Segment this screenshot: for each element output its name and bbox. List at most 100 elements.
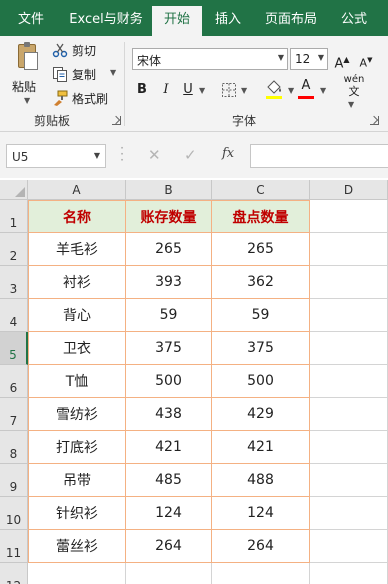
- table-cell[interactable]: 124: [126, 497, 212, 530]
- table-cell[interactable]: 59: [126, 299, 212, 332]
- clipboard-launcher-icon[interactable]: [112, 116, 121, 125]
- font-size-select[interactable]: 12 ▼: [290, 48, 328, 70]
- column-header-a[interactable]: A: [28, 180, 126, 200]
- cell[interactable]: [310, 233, 388, 266]
- column-header-d[interactable]: D: [310, 180, 388, 200]
- cut-button[interactable]: 剪切: [52, 40, 102, 60]
- shrink-font-button[interactable]: A▼: [358, 50, 374, 70]
- chevron-down-icon[interactable]: ▼: [199, 86, 205, 95]
- font-name-select[interactable]: 宋体 ▼: [132, 48, 288, 70]
- insert-function-button[interactable]: fx: [222, 146, 234, 161]
- table-cell[interactable]: 375: [212, 332, 310, 365]
- row-header-1[interactable]: 1: [0, 200, 28, 233]
- row-header-6[interactable]: 6: [0, 365, 28, 398]
- table-cell[interactable]: 500: [126, 365, 212, 398]
- row-header-5[interactable]: 5: [0, 332, 28, 365]
- cell[interactable]: [310, 530, 388, 563]
- format-painter-button[interactable]: 格式刷: [52, 88, 114, 108]
- cell[interactable]: [212, 563, 310, 584]
- row-header-7[interactable]: 7: [0, 398, 28, 431]
- cell[interactable]: [310, 332, 388, 365]
- tab-formulas[interactable]: 公式: [336, 0, 372, 36]
- tab-page-layout[interactable]: 页面布局: [262, 0, 320, 36]
- table-cell[interactable]: 488: [212, 464, 310, 497]
- borders-button[interactable]: [220, 80, 238, 100]
- table-cell[interactable]: 429: [212, 398, 310, 431]
- chevron-down-icon[interactable]: ▼: [288, 86, 294, 95]
- row-header-3[interactable]: 3: [0, 266, 28, 299]
- row-header-4[interactable]: 4: [0, 299, 28, 332]
- font-launcher-icon[interactable]: [370, 116, 379, 125]
- column-header-c[interactable]: C: [212, 180, 310, 200]
- font-color-button[interactable]: A: [298, 76, 314, 99]
- table-cell[interactable]: 卫衣: [28, 332, 126, 365]
- underline-button[interactable]: U: [180, 80, 196, 100]
- table-cell[interactable]: 羊毛衫: [28, 233, 126, 266]
- row-header-10[interactable]: 10: [0, 497, 28, 530]
- cancel-icon[interactable]: ✕: [148, 146, 161, 164]
- cell[interactable]: [310, 299, 388, 332]
- table-cell[interactable]: 393: [126, 266, 212, 299]
- chevron-down-icon[interactable]: ▼: [320, 86, 326, 95]
- table-cell[interactable]: 打底衫: [28, 431, 126, 464]
- grow-font-button[interactable]: A▲: [334, 50, 350, 71]
- table-cell[interactable]: 265: [212, 233, 310, 266]
- select-all-button[interactable]: [0, 180, 28, 200]
- row-header-9[interactable]: 9: [0, 464, 28, 497]
- enter-icon[interactable]: ✓: [184, 146, 197, 164]
- table-header-cell[interactable]: 名称: [28, 200, 126, 233]
- table-cell[interactable]: T恤: [28, 365, 126, 398]
- phonetic-guide-button[interactable]: wén 文: [340, 74, 368, 98]
- row-header-11[interactable]: 11: [0, 530, 28, 563]
- copy-button[interactable]: 复制 ▼: [52, 64, 116, 84]
- italic-button[interactable]: I: [158, 80, 174, 100]
- row-header-8[interactable]: 8: [0, 431, 28, 464]
- cell[interactable]: [310, 266, 388, 299]
- cell[interactable]: [310, 431, 388, 464]
- bold-button[interactable]: B: [134, 80, 150, 100]
- row-header-2[interactable]: 2: [0, 233, 28, 266]
- tab-home[interactable]: 开始: [152, 6, 202, 36]
- table-cell[interactable]: 375: [126, 332, 212, 365]
- tab-file[interactable]: 文件: [14, 0, 48, 36]
- cell[interactable]: [310, 398, 388, 431]
- cell[interactable]: [310, 497, 388, 530]
- table-cell[interactable]: 124: [212, 497, 310, 530]
- table-cell[interactable]: 438: [126, 398, 212, 431]
- table-cell[interactable]: 500: [212, 365, 310, 398]
- table-cell[interactable]: 针织衫: [28, 497, 126, 530]
- cell[interactable]: [310, 365, 388, 398]
- table-cell[interactable]: 421: [126, 431, 212, 464]
- table-cell[interactable]: 265: [126, 233, 212, 266]
- table-cell[interactable]: 背心: [28, 299, 126, 332]
- name-box[interactable]: U5 ▼: [6, 144, 106, 168]
- table-cell[interactable]: 264: [212, 530, 310, 563]
- table-cell[interactable]: 362: [212, 266, 310, 299]
- table-cell[interactable]: 吊带: [28, 464, 126, 497]
- table-header-cell[interactable]: 账存数量: [126, 200, 212, 233]
- paste-button[interactable]: 粘贴 ▼: [10, 42, 46, 108]
- chevron-down-icon[interactable]: ▼: [348, 100, 354, 109]
- drag-handle-icon[interactable]: · · ·: [120, 142, 124, 166]
- column-header-b[interactable]: B: [126, 180, 212, 200]
- fill-color-button[interactable]: [264, 78, 284, 99]
- cell[interactable]: [310, 200, 388, 233]
- table-cell[interactable]: 485: [126, 464, 212, 497]
- row-header-12[interactable]: 12: [0, 563, 28, 584]
- table-cell[interactable]: 雪纺衫: [28, 398, 126, 431]
- chevron-down-icon[interactable]: ▼: [110, 68, 116, 77]
- cell[interactable]: [310, 464, 388, 497]
- table-cell[interactable]: 421: [212, 431, 310, 464]
- cell[interactable]: [126, 563, 212, 584]
- formula-input[interactable]: [250, 144, 388, 168]
- table-header-cell[interactable]: 盘点数量: [212, 200, 310, 233]
- table-cell[interactable]: 59: [212, 299, 310, 332]
- table-cell[interactable]: 衬衫: [28, 266, 126, 299]
- cell[interactable]: [310, 563, 388, 584]
- tab-excel-finance[interactable]: Excel与财务: [66, 0, 146, 36]
- table-cell[interactable]: 蕾丝衫: [28, 530, 126, 563]
- table-cell[interactable]: 264: [126, 530, 212, 563]
- chevron-down-icon[interactable]: ▼: [241, 86, 247, 95]
- cell[interactable]: [28, 563, 126, 584]
- tab-insert[interactable]: 插入: [210, 0, 246, 36]
